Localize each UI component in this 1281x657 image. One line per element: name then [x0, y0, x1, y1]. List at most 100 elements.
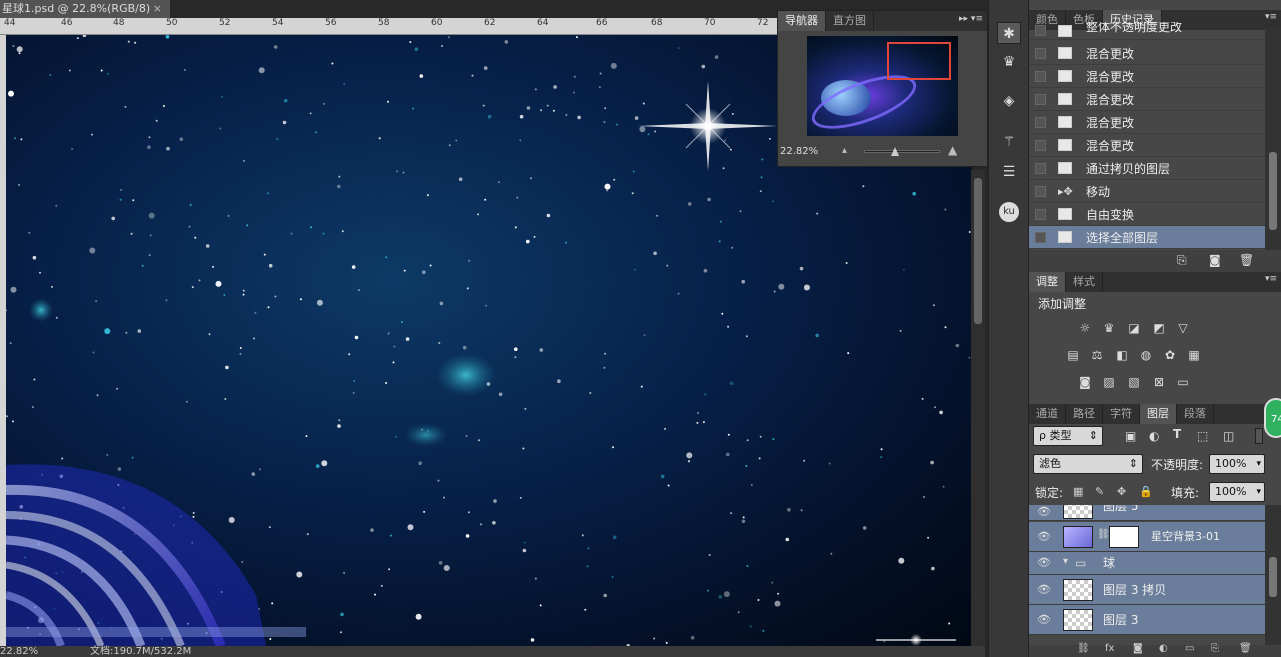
eye-icon[interactable]: 👁 [1037, 556, 1051, 570]
3d-toggle-icon[interactable]: ◈ [997, 90, 1021, 112]
lock-transparency-icon[interactable]: ▦ [1073, 485, 1083, 498]
photo-filter-icon[interactable]: ◍ [1138, 348, 1154, 362]
layer-group-row[interactable]: 👁 ▾ ▭ 球 [1029, 552, 1265, 575]
history-item[interactable]: 混合更改 [1029, 65, 1265, 88]
scrollbar-thumb[interactable] [974, 178, 982, 324]
levels-icon[interactable]: ♛ [1101, 321, 1117, 335]
snapshot-checkbox[interactable] [1035, 139, 1046, 151]
color-balance-icon[interactable]: ⚖ [1089, 348, 1105, 362]
navigator-toggle-icon[interactable]: ✱ [997, 22, 1021, 44]
history-item[interactable]: 通过拷贝的图层 [1029, 157, 1265, 180]
zoom-slider[interactable] [864, 150, 940, 153]
color-lookup-icon[interactable]: ▦ [1186, 348, 1202, 362]
history-item[interactable]: 混合更改 [1029, 134, 1265, 157]
history-item[interactable]: 整体不透明度更改 [1029, 22, 1265, 40]
new-document-from-state-icon[interactable]: ⎘ [1177, 253, 1187, 268]
add-mask-icon[interactable]: ◙ [1133, 643, 1143, 654]
eye-icon[interactable]: 👁 [1037, 613, 1051, 627]
blend-mode-select[interactable]: 滤色 ⇕ [1033, 454, 1143, 474]
layer-row[interactable]: 👁 图层 5 [1029, 505, 1265, 521]
layer-row[interactable]: 👁 图层 3 拷贝 [1029, 575, 1265, 605]
history-item[interactable]: 混合更改 [1029, 42, 1265, 65]
status-zoom[interactable]: 22.82% [0, 646, 38, 657]
navigator-zoom-value[interactable]: 22.82% [780, 146, 818, 157]
history-item[interactable]: 自由变换 [1029, 203, 1265, 226]
curves-icon[interactable]: ◪ [1126, 321, 1142, 335]
fx-icon[interactable]: fx [1105, 643, 1114, 654]
new-adjustment-icon[interactable]: ◐ [1159, 643, 1168, 654]
tab-paths[interactable]: 路径 [1066, 404, 1103, 424]
gradient-map-icon[interactable]: ▭ [1175, 375, 1191, 389]
channel-mixer-icon[interactable]: ✿ [1162, 348, 1178, 362]
trash-icon[interactable]: 🗑 [1239, 253, 1254, 267]
snapshot-checkbox[interactable] [1035, 70, 1046, 82]
ku-plugin-icon[interactable]: ku [999, 202, 1019, 222]
eye-icon[interactable]: 👁 [1037, 583, 1051, 597]
type-filter-icon[interactable]: T [1173, 427, 1181, 441]
history-item[interactable]: 混合更改 [1029, 88, 1265, 111]
history-item[interactable]: ▸✥ 移动 [1029, 180, 1265, 203]
snapshot-checkbox[interactable] [1035, 208, 1046, 220]
exposure-icon[interactable]: ◩ [1151, 321, 1167, 335]
lock-all-icon[interactable]: 🔒 [1139, 485, 1153, 498]
layers-scrollbar[interactable] [1265, 505, 1281, 645]
vibrance-icon[interactable]: ▽ [1175, 321, 1191, 335]
lock-image-icon[interactable]: ✎ [1095, 485, 1104, 498]
eye-icon[interactable]: 👁 [1037, 505, 1051, 519]
new-group-icon[interactable]: ▭ [1185, 643, 1194, 654]
snapshot-checkbox[interactable] [1035, 47, 1046, 59]
document-tab[interactable]: 星球1.psd @ 22.8%(RGB/8) × [0, 0, 170, 18]
lock-position-icon[interactable]: ✥ [1117, 485, 1126, 498]
camera-snapshot-icon[interactable]: ◙ [1209, 253, 1221, 267]
new-layer-icon[interactable]: ⎘ [1211, 643, 1219, 654]
fill-input[interactable]: 100% ▾ [1209, 482, 1265, 502]
tab-histogram[interactable]: 直方图 [826, 11, 874, 31]
smart-object-filter-icon[interactable]: ◫ [1223, 429, 1234, 443]
panel-menu-icon[interactable]: ▸▸ ▾≡ [959, 14, 983, 24]
selective-color-icon[interactable]: ⊠ [1151, 375, 1167, 389]
snapshot-checkbox[interactable] [1035, 116, 1046, 128]
brush-toggle-icon[interactable]: ⚚ [997, 131, 1021, 153]
layer-mask-thumbnail[interactable] [1109, 526, 1139, 548]
threshold-icon[interactable]: ▧ [1126, 375, 1142, 389]
canvas-vertical-scrollbar[interactable] [971, 170, 985, 646]
tab-adjustments[interactable]: 调整 [1029, 272, 1066, 292]
shape-filter-icon[interactable]: ⬚ [1197, 429, 1208, 443]
filter-toggle-switch[interactable] [1255, 428, 1263, 444]
brightness-contrast-icon[interactable]: ☼ [1077, 321, 1093, 335]
scrollbar-thumb[interactable] [1269, 152, 1277, 230]
zoom-out-icon[interactable]: ▴ [842, 145, 847, 156]
adjustment-filter-icon[interactable]: ◐ [1149, 429, 1159, 443]
link-layers-icon[interactable]: ⛓ [1077, 643, 1090, 654]
layer-row-selected[interactable]: 👁 ⛓ 星空背景3-01 [1029, 522, 1265, 552]
chevron-down-icon[interactable]: ▾ [1063, 556, 1068, 567]
tab-channels[interactable]: 通道 [1029, 404, 1066, 424]
layer-filter-select[interactable]: ρ 类型 ⇕ [1033, 426, 1103, 446]
tab-layers[interactable]: 图层 [1140, 404, 1177, 424]
black-white-icon[interactable]: ◧ [1114, 348, 1130, 362]
close-tab-button[interactable]: × [153, 0, 162, 18]
layer-row[interactable]: 👁 图层 3 [1029, 605, 1265, 635]
history-item-selected[interactable]: 选择全部图层 [1029, 226, 1265, 249]
zoom-in-icon[interactable]: ▲ [948, 143, 957, 157]
tab-navigator[interactable]: 导航器 [778, 11, 826, 31]
snapshot-checkbox[interactable] [1035, 25, 1046, 36]
invert-icon[interactable]: ◙ [1077, 375, 1093, 389]
trash-icon[interactable]: 🗑 [1239, 643, 1252, 654]
history-scrollbar[interactable] [1265, 28, 1281, 250]
snapshot-checkbox[interactable] [1035, 162, 1046, 174]
navigator-thumbnail[interactable] [807, 36, 958, 136]
posterize-icon[interactable]: ▨ [1101, 375, 1117, 389]
snapshot-checkbox[interactable] [1035, 185, 1046, 197]
hue-saturation-icon[interactable]: ▤ [1065, 348, 1081, 362]
snapshot-checkbox[interactable] [1035, 93, 1046, 105]
snapshot-checkbox[interactable] [1035, 231, 1046, 243]
tab-paragraph[interactable]: 段落 [1177, 404, 1214, 424]
notification-badge[interactable]: 74 [1264, 398, 1281, 438]
view-rectangle[interactable] [887, 42, 951, 80]
history-menu-icon[interactable]: ▾≡ [1265, 12, 1277, 22]
pixel-filter-icon[interactable]: ▣ [1125, 429, 1136, 443]
opacity-input[interactable]: 100% ▾ [1209, 454, 1265, 474]
scrollbar-thumb[interactable] [1269, 557, 1277, 597]
history-item[interactable]: 混合更改 [1029, 111, 1265, 134]
